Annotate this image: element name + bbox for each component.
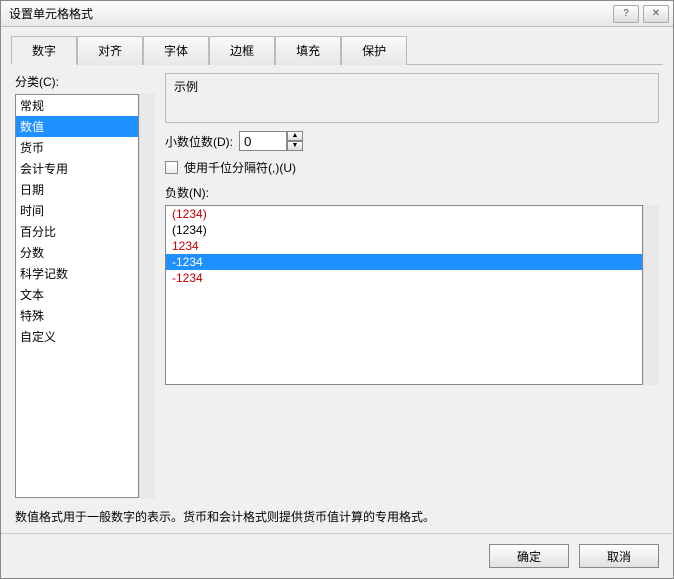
dialog-footer: 确定 取消 bbox=[1, 533, 673, 578]
category-item-number[interactable]: 数值 bbox=[16, 116, 138, 137]
negatives-item-4[interactable]: -1234 bbox=[166, 270, 642, 286]
negatives-item-2[interactable]: 1234 bbox=[166, 238, 642, 254]
titlebar: 设置单元格格式 ? ✕ bbox=[1, 1, 673, 27]
category-item-time[interactable]: 时间 bbox=[16, 200, 138, 221]
category-item-special[interactable]: 特殊 bbox=[16, 305, 138, 326]
category-label: 分类(C): bbox=[15, 73, 155, 90]
preview-label: 示例 bbox=[174, 78, 650, 95]
negatives-item-3[interactable]: -1234 bbox=[166, 254, 642, 270]
category-item-date[interactable]: 日期 bbox=[16, 179, 138, 200]
category-scrollbar[interactable] bbox=[139, 94, 155, 498]
decimals-label: 小数位数(D): bbox=[165, 133, 233, 150]
decimals-input[interactable] bbox=[239, 131, 287, 151]
negatives-scrollbar[interactable] bbox=[643, 205, 659, 385]
description-text: 数值格式用于一般数字的表示。货币和会计格式则提供货币值计算的专用格式。 bbox=[15, 508, 659, 525]
cancel-button[interactable]: 取消 bbox=[579, 544, 659, 568]
category-item-currency[interactable]: 货币 bbox=[16, 137, 138, 158]
tab-font[interactable]: 字体 bbox=[143, 36, 209, 65]
category-item-text[interactable]: 文本 bbox=[16, 284, 138, 305]
category-item-custom[interactable]: 自定义 bbox=[16, 326, 138, 347]
format-cells-dialog: 设置单元格格式 ? ✕ 数字 对齐 字体 边框 填充 保护 分类(C): 常规 … bbox=[0, 0, 674, 579]
tab-fill[interactable]: 填充 bbox=[275, 36, 341, 65]
help-button[interactable]: ? bbox=[613, 5, 639, 23]
thousands-label: 使用千位分隔符(,)(U) bbox=[184, 159, 296, 176]
ok-button[interactable]: 确定 bbox=[489, 544, 569, 568]
category-list[interactable]: 常规 数值 货币 会计专用 日期 时间 百分比 分数 科学记数 文本 特殊 自定… bbox=[15, 94, 139, 498]
category-item-general[interactable]: 常规 bbox=[16, 95, 138, 116]
negatives-item-1[interactable]: (1234) bbox=[166, 222, 642, 238]
category-item-sci[interactable]: 科学记数 bbox=[16, 263, 138, 284]
decimals-up-button[interactable]: ▲ bbox=[287, 131, 303, 141]
tab-align[interactable]: 对齐 bbox=[77, 36, 143, 65]
close-button[interactable]: ✕ bbox=[643, 5, 669, 23]
tab-number[interactable]: 数字 bbox=[11, 36, 77, 65]
tab-content: 分类(C): 常规 数值 货币 会计专用 日期 时间 百分比 分数 科学记数 文… bbox=[1, 65, 673, 533]
negatives-item-0[interactable]: (1234) bbox=[166, 206, 642, 222]
category-item-accounting[interactable]: 会计专用 bbox=[16, 158, 138, 179]
thousands-checkbox[interactable] bbox=[165, 161, 178, 174]
preview-box: 示例 bbox=[165, 73, 659, 123]
tab-border[interactable]: 边框 bbox=[209, 36, 275, 65]
tab-protect[interactable]: 保护 bbox=[341, 36, 407, 65]
category-item-fraction[interactable]: 分数 bbox=[16, 242, 138, 263]
tab-strip: 数字 对齐 字体 边框 填充 保护 bbox=[1, 27, 673, 65]
decimals-spinner[interactable]: ▲ ▼ bbox=[239, 131, 303, 151]
negatives-list[interactable]: (1234) (1234) 1234 -1234 -1234 bbox=[165, 205, 643, 385]
negatives-label: 负数(N): bbox=[165, 184, 659, 201]
dialog-title: 设置单元格格式 bbox=[9, 5, 609, 22]
category-item-percent[interactable]: 百分比 bbox=[16, 221, 138, 242]
decimals-down-button[interactable]: ▼ bbox=[287, 141, 303, 151]
